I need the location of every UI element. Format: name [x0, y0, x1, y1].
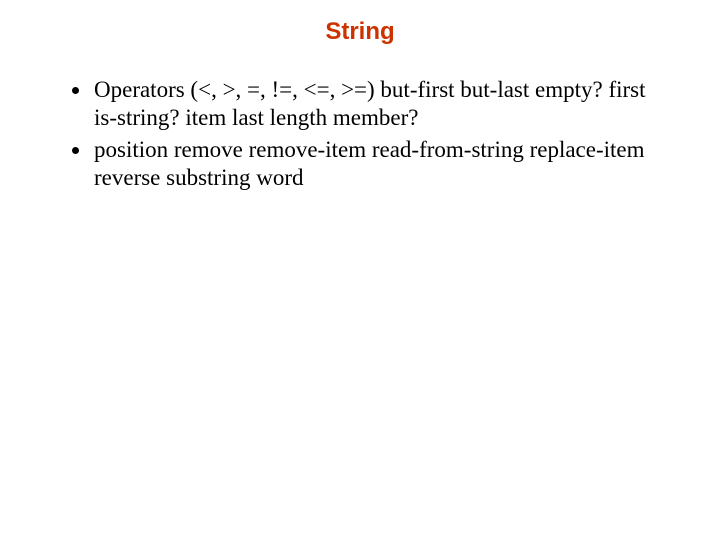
slide-title: String [60, 18, 660, 46]
slide: String Operators (<, >, =, !=, <=, >=) b… [0, 0, 720, 540]
list-item: Operators (<, >, =, !=, <=, >=) but-firs… [92, 76, 660, 132]
list-item: position remove remove-item read-from-st… [92, 136, 660, 192]
bullet-list: Operators (<, >, =, !=, <=, >=) but-firs… [60, 76, 660, 192]
